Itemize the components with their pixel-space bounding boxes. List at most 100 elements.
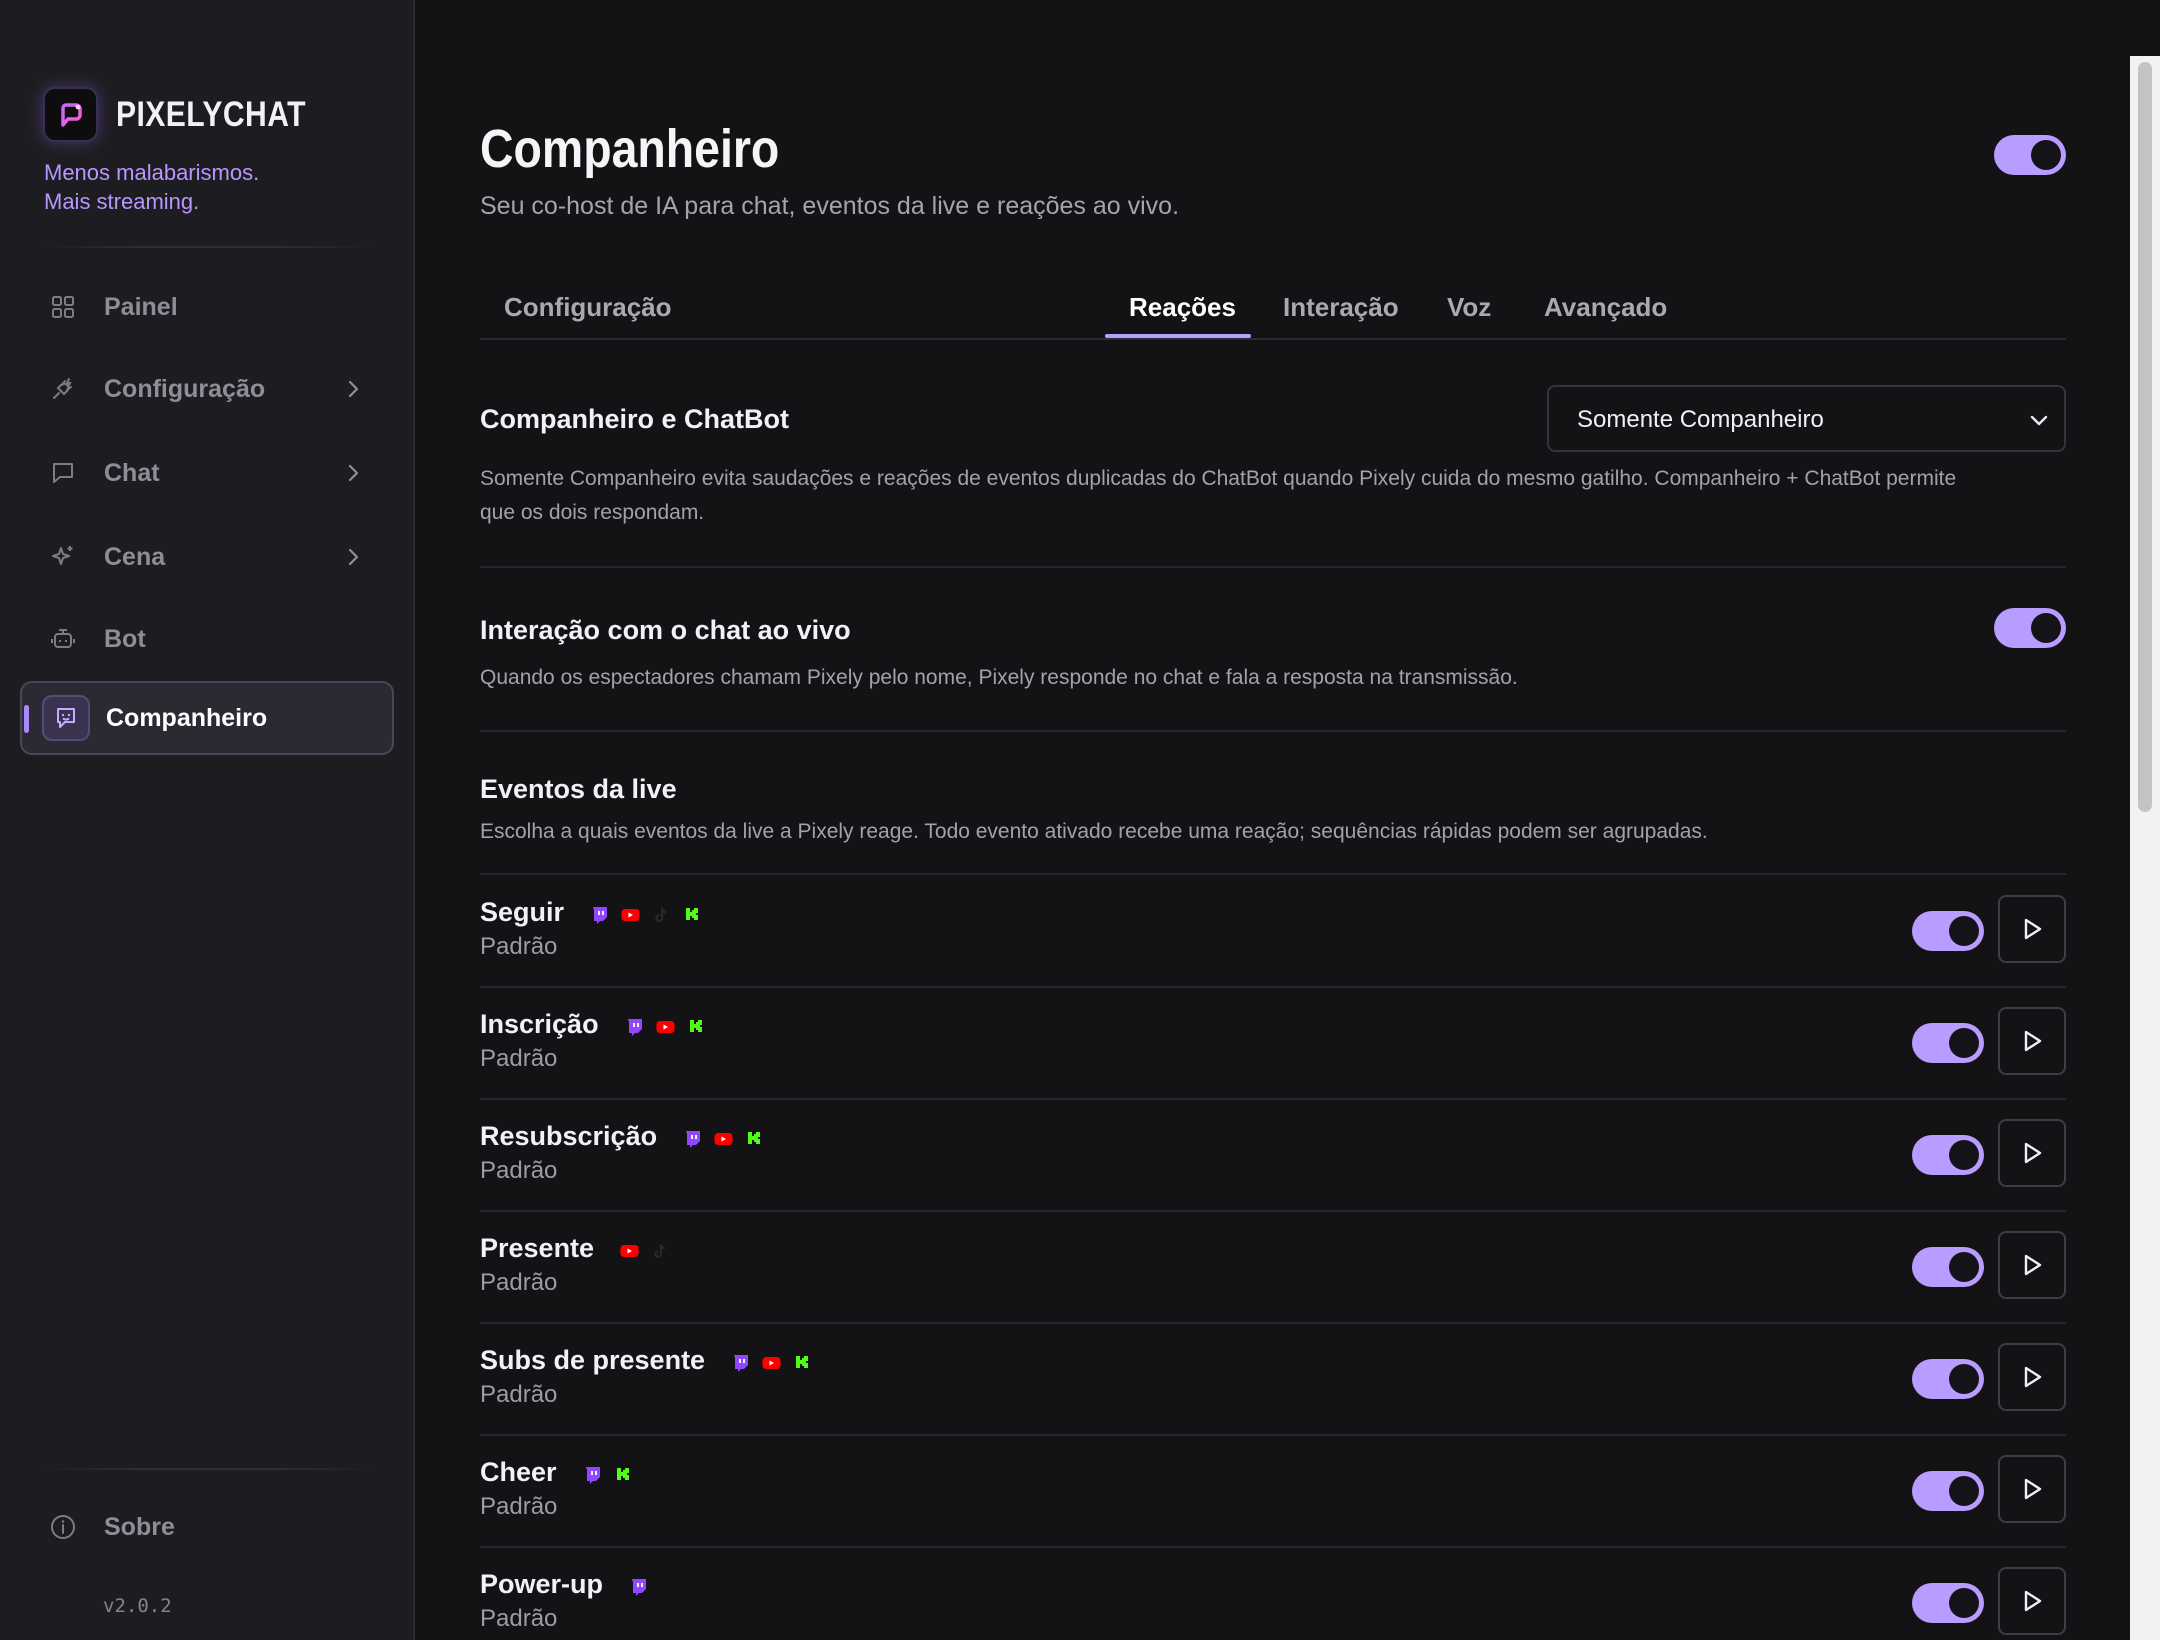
preview-play-button[interactable] [1998, 895, 2066, 963]
toggle-knob [1949, 1140, 1979, 1170]
divider [480, 730, 2066, 732]
reply-mode-select[interactable]: Somente Companheiro [1547, 385, 2066, 452]
brand-name: PIXELYCHAT [116, 94, 306, 134]
toggle-knob [2031, 140, 2061, 170]
event-toggle[interactable] [1912, 1583, 1984, 1623]
event-voice-preset: Padrão [480, 1493, 558, 1520]
youtube-icon [621, 906, 640, 924]
app-version: v2.0.2 [103, 1595, 172, 1617]
twitch-icon [590, 906, 609, 924]
platform-icons [629, 1577, 648, 1597]
toggle-knob [1949, 1476, 1979, 1506]
kick-icon [687, 1018, 706, 1036]
sparkle-icon [48, 542, 78, 572]
play-icon [2021, 1365, 2043, 1389]
toggle-knob [1949, 1252, 1979, 1282]
robot-icon [48, 624, 78, 654]
event-row: Cheer Padrão [480, 1435, 2066, 1547]
sidebar-item-label: Chat [104, 458, 160, 487]
event-voice-preset: Padrão [480, 1045, 558, 1072]
sidebar-item-sobre[interactable]: Sobre [20, 1490, 394, 1564]
toggle-knob [1949, 1364, 1979, 1394]
event-toggle[interactable] [1912, 1247, 1984, 1287]
youtube-icon [656, 1018, 675, 1036]
platform-icons [731, 1353, 812, 1373]
twitch-icon [683, 1130, 702, 1148]
tagline-line-2: Mais streaming. [44, 189, 200, 214]
pixelychat-logo-icon [43, 87, 98, 142]
toggle-knob [1949, 1588, 1979, 1618]
tab-reacoes[interactable]: Reações [1129, 292, 1236, 323]
tab-avancado[interactable]: Avançado [1544, 292, 1667, 323]
active-tab-underline [1105, 334, 1251, 338]
event-voice-preset: Padrão [480, 1157, 558, 1184]
twitch-icon [731, 1354, 750, 1372]
event-name: Resubscrição [480, 1121, 658, 1151]
divider [480, 566, 2066, 568]
platform-icons [620, 1241, 670, 1261]
toggle-knob [1949, 916, 1979, 946]
event-toggle[interactable] [1912, 911, 1984, 951]
scrollbar[interactable] [2130, 56, 2160, 1640]
active-indicator [24, 705, 29, 733]
platform-icons [583, 1465, 633, 1485]
section-title: Interação com o chat ao vivo [480, 615, 851, 645]
chevron-right-icon [342, 462, 364, 484]
preview-play-button[interactable] [1998, 1231, 2066, 1299]
event-row: Presente Padrão [480, 1211, 2066, 1323]
tiktok-icon [652, 906, 671, 924]
youtube-icon [620, 1242, 639, 1260]
play-icon [2021, 1029, 2043, 1053]
youtube-icon [762, 1354, 781, 1372]
event-row: Inscrição Padrão [480, 987, 2066, 1099]
tab-interacao[interactable]: Interação [1283, 292, 1399, 323]
sidebar-divider [44, 1468, 374, 1470]
preview-play-button[interactable] [1998, 1343, 2066, 1411]
tagline: Menos malabarismos. Mais streaming. [44, 158, 259, 216]
sidebar-item-cena[interactable]: Cena [20, 520, 394, 594]
sidebar-item-bot[interactable]: Bot [20, 602, 394, 676]
sidebar-item-label: Companheiro [106, 703, 268, 732]
tab-bar: Configuração Reações Interação Voz Avanç… [480, 280, 2066, 340]
event-toggle[interactable] [1912, 1471, 1984, 1511]
sidebar-item-label: Painel [104, 292, 178, 321]
section-description: Quando os espectadores chamam Pixely pel… [480, 666, 1518, 689]
brand[interactable]: PIXELYCHAT [43, 87, 337, 142]
scrollbar-thumb[interactable] [2138, 62, 2152, 812]
event-row: Power-up Padrão [480, 1547, 2066, 1640]
event-toggle[interactable] [1912, 1023, 1984, 1063]
platform-icons [590, 905, 702, 925]
event-name: Subs de presente [480, 1345, 706, 1375]
play-icon [2021, 1589, 2043, 1613]
preview-play-button[interactable] [1998, 1455, 2066, 1523]
tab-configuracao[interactable]: Configuração [504, 292, 672, 323]
sidebar-item-label: Bot [104, 624, 146, 653]
chevron-down-icon [2028, 409, 2050, 431]
event-row: Resubscrição Padrão [480, 1099, 2066, 1211]
event-name: Power-up [480, 1569, 604, 1599]
chat-bubble-icon [48, 458, 78, 488]
play-icon [2021, 1141, 2043, 1165]
platform-icons [683, 1129, 764, 1149]
event-row: Subs de presente Padrão [480, 1323, 2066, 1435]
preview-play-button[interactable] [1998, 1119, 2066, 1187]
preview-play-button[interactable] [1998, 1007, 2066, 1075]
event-toggle[interactable] [1912, 1135, 1984, 1175]
preview-play-button[interactable] [1998, 1567, 2066, 1635]
sidebar: PIXELYCHAT Menos malabarismos. Mais stre… [0, 0, 415, 1640]
sidebar-item-configuracao[interactable]: Configuração [20, 352, 394, 426]
page-subtitle: Seu co-host de IA para chat, eventos da … [480, 192, 1180, 220]
page-title: Companheiro [480, 119, 780, 179]
sidebar-item-companheiro[interactable]: Companheiro [20, 681, 394, 755]
sidebar-item-chat[interactable]: Chat [20, 436, 394, 510]
event-toggle[interactable] [1912, 1359, 1984, 1399]
sidebar-item-label: Cena [104, 542, 166, 571]
platform-icons [625, 1017, 706, 1037]
section-title: Eventos da live [480, 774, 677, 804]
live-chat-toggle[interactable] [1994, 608, 2066, 648]
description-line-1: Somente Companheiro evita saudações e re… [480, 467, 1957, 490]
sidebar-item-painel[interactable]: Painel [20, 270, 394, 344]
twitch-icon [625, 1018, 644, 1036]
tab-voz[interactable]: Voz [1447, 292, 1491, 323]
companion-enable-toggle[interactable] [1994, 135, 2066, 175]
